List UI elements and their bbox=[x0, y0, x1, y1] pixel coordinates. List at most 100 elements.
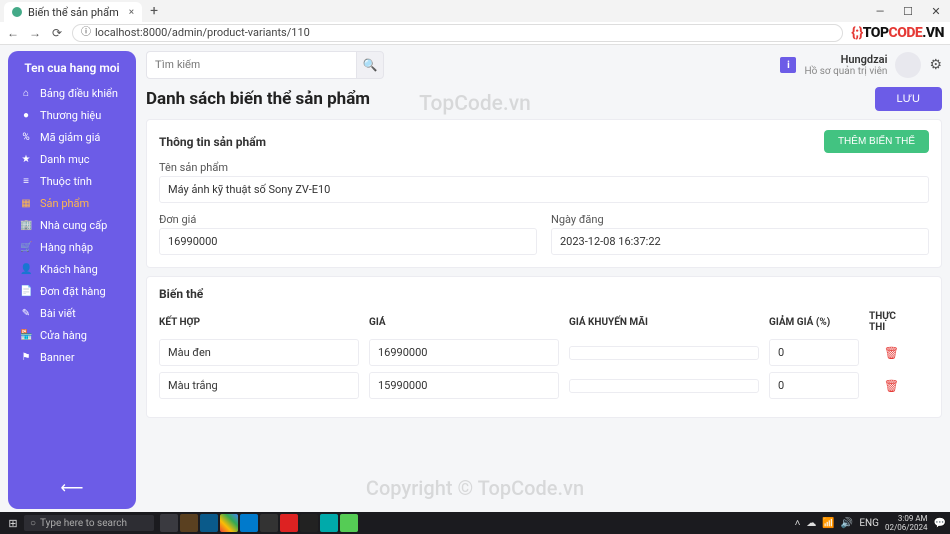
trash-icon[interactable]: 🗑 bbox=[869, 346, 914, 360]
taskbar-search-placeholder: Type here to search bbox=[40, 518, 127, 529]
sidebar-item[interactable]: 🏪Cửa hàng bbox=[16, 325, 128, 346]
url-text: localhost:8000/admin/product-variants/11… bbox=[95, 26, 310, 40]
product-name-value: Máy ảnh kỹ thuật số Sony ZV-E10 bbox=[159, 176, 929, 203]
taskbar-search[interactable]: ○ Type here to search bbox=[24, 515, 154, 531]
variant-promo-input[interactable] bbox=[569, 379, 759, 393]
taskbar-app-5[interactable] bbox=[280, 514, 298, 532]
variant-price-input[interactable]: 16990000 bbox=[369, 339, 559, 366]
sidebar-item-label: Bảng điều khiển bbox=[40, 87, 118, 100]
save-button[interactable]: LƯU bbox=[875, 87, 942, 111]
tray-wifi-icon[interactable]: 📶 bbox=[822, 518, 834, 529]
tray-volume-icon[interactable]: 🔊 bbox=[841, 518, 853, 529]
taskbar-app-3[interactable] bbox=[200, 514, 218, 532]
variant-combo-input[interactable]: Màu trắng bbox=[159, 372, 359, 399]
product-info-title: Thông tin sản phẩm bbox=[159, 135, 266, 149]
sidebar-item[interactable]: ● Thương hiệu bbox=[16, 105, 128, 126]
taskbar-app-1[interactable] bbox=[160, 514, 178, 532]
variant-promo-input[interactable] bbox=[569, 346, 759, 360]
address-bar: ← → ⟳ ⓘ localhost:8000/admin/product-var… bbox=[0, 22, 950, 44]
tray-lang[interactable]: ENG bbox=[859, 518, 879, 529]
sidebar-item[interactable]: 📄Đơn đặt hàng bbox=[16, 281, 128, 302]
price-value: 16990000 bbox=[159, 228, 537, 255]
sidebar-item-label: Đơn đặt hàng bbox=[40, 285, 106, 298]
search-input[interactable] bbox=[146, 51, 356, 79]
taskbar-app-4[interactable] bbox=[260, 514, 278, 532]
sidebar-item[interactable]: ▦Sản phẩm bbox=[16, 193, 128, 214]
variant-price-input[interactable]: 15990000 bbox=[369, 372, 559, 399]
taskbar-app-8[interactable] bbox=[340, 514, 358, 532]
sidebar-item-icon: ≡ bbox=[20, 176, 32, 187]
sidebar-item-icon: 🏪 bbox=[20, 330, 32, 341]
sidebar-item[interactable]: ≡Thuộc tính bbox=[16, 171, 128, 192]
tray-cloud-icon[interactable]: ☁ bbox=[806, 518, 816, 529]
trash-icon[interactable]: 🗑 bbox=[869, 379, 914, 393]
tab-bar: Biến thể sản phẩm × + — ☐ ✕ bbox=[0, 0, 950, 22]
info-badge[interactable]: i bbox=[780, 57, 796, 73]
tray-notifications-icon[interactable]: 💬 bbox=[934, 518, 946, 529]
add-variant-button[interactable]: THÊM BIẾN THỂ bbox=[824, 130, 929, 153]
topcode-logo: {;}TOPCODE.VN bbox=[851, 25, 944, 41]
user-text: Hungdzai Hồ sơ quản trị viên bbox=[804, 53, 887, 77]
col-combo: KẾT HỢP bbox=[159, 317, 359, 328]
sidebar-item[interactable]: ★Danh mục bbox=[16, 149, 128, 170]
nav-back-icon[interactable]: ← bbox=[6, 26, 20, 40]
tab-favicon bbox=[12, 7, 22, 17]
sidebar-item-icon: % bbox=[20, 132, 32, 143]
window-close[interactable]: ✕ bbox=[922, 5, 950, 18]
col-discount: GIẢM GIÁ (%) bbox=[769, 317, 859, 328]
tab-close-icon[interactable]: × bbox=[129, 7, 134, 18]
shop-name: Ten cua hang moi bbox=[16, 61, 128, 75]
taskbar-chrome[interactable] bbox=[220, 514, 238, 532]
col-promo: GIÁ KHUYẾN MÃI bbox=[569, 317, 759, 328]
taskbar-app-6[interactable] bbox=[300, 514, 318, 532]
avatar[interactable] bbox=[895, 52, 921, 78]
tab-title: Biến thể sản phẩm bbox=[28, 6, 119, 19]
start-button[interactable]: ⊞ bbox=[4, 514, 22, 532]
new-tab-button[interactable]: + bbox=[142, 3, 166, 19]
browser-chrome: Biến thể sản phẩm × + — ☐ ✕ ← → ⟳ ⓘ loca… bbox=[0, 0, 950, 45]
page-title: Danh sách biến thể sản phẩm bbox=[146, 89, 370, 109]
window-maximize[interactable]: ☐ bbox=[894, 5, 922, 18]
app-container: Ten cua hang moi ⌂ Bảng điều khiển ● Thương… bbox=[0, 45, 950, 513]
taskbar-app-7[interactable] bbox=[320, 514, 338, 532]
sidebar-collapse-icon[interactable]: ⟵ bbox=[16, 478, 128, 501]
sidebar-item-label: Hàng nhập bbox=[40, 241, 93, 254]
sidebar-item-label: Mã giảm giá bbox=[40, 131, 100, 144]
sidebar-item-icon: ⌂ bbox=[20, 88, 32, 99]
col-price: GIÁ bbox=[369, 317, 559, 328]
sidebar-item-icon: ✎ bbox=[20, 308, 32, 319]
search-button[interactable]: 🔍 bbox=[356, 51, 384, 79]
search-group: 🔍 bbox=[146, 51, 384, 79]
variant-discount-input[interactable]: 0 bbox=[769, 372, 859, 399]
variant-row: Màu trắng 15990000 0 🗑 bbox=[159, 372, 929, 399]
variant-row: Màu đen 16990000 0 🗑 bbox=[159, 339, 929, 366]
taskbar-clock[interactable]: 3:09 AM 02/06/2024 bbox=[885, 514, 928, 532]
taskbar-apps bbox=[160, 514, 358, 532]
nav-reload-icon[interactable]: ⟳ bbox=[50, 26, 64, 40]
sidebar-item-icon: ● bbox=[20, 110, 32, 121]
taskbar-vscode[interactable] bbox=[240, 514, 258, 532]
variant-card: Biến thể KẾT HỢP GIÁ GIÁ KHUYẾN MÃI GIẢM… bbox=[146, 276, 942, 418]
sidebar-item[interactable]: 🛒Hàng nhập bbox=[16, 237, 128, 258]
sidebar-item[interactable]: % Mã giảm giá bbox=[16, 127, 128, 148]
sidebar-item-label: Thương hiệu bbox=[40, 109, 101, 122]
sidebar-item[interactable]: 👤Khách hàng bbox=[16, 259, 128, 280]
nav-forward-icon[interactable]: → bbox=[28, 26, 42, 40]
gear-icon[interactable]: ⚙ bbox=[929, 57, 942, 73]
sidebar-item[interactable]: ✎Bài viết bbox=[16, 303, 128, 324]
sidebar-item-icon: 👤 bbox=[20, 264, 32, 275]
window-minimize[interactable]: — bbox=[866, 5, 894, 18]
col-action: THỰC THI bbox=[869, 311, 914, 333]
user-role: Hồ sơ quản trị viên bbox=[804, 66, 887, 77]
sidebar-item[interactable]: 🏢Nhà cung cấp bbox=[16, 215, 128, 236]
taskbar-app-2[interactable] bbox=[180, 514, 198, 532]
url-input[interactable]: ⓘ localhost:8000/admin/product-variants/… bbox=[72, 24, 843, 42]
tray-chevron-icon[interactable]: ˄ bbox=[795, 518, 801, 529]
variant-discount-input[interactable]: 0 bbox=[769, 339, 859, 366]
browser-tab[interactable]: Biến thể sản phẩm × bbox=[4, 2, 142, 22]
search-icon: 🔍 bbox=[363, 58, 378, 72]
variant-combo-input[interactable]: Màu đen bbox=[159, 339, 359, 366]
sidebar-item[interactable]: ⌂ Bảng điều khiển bbox=[16, 83, 128, 104]
sidebar-item[interactable]: ⚑Banner bbox=[16, 347, 128, 368]
product-name-label: Tên sản phẩm bbox=[159, 161, 929, 174]
